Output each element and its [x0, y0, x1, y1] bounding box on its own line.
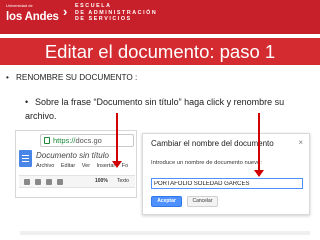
bullet-dot-icon: • [6, 73, 9, 82]
bullet-dot-icon: • [25, 97, 29, 107]
redo-icon[interactable] [46, 179, 52, 185]
docs-toolbar: 100% Texto [19, 175, 135, 188]
print-icon[interactable] [24, 179, 30, 185]
docs-icon[interactable] [19, 150, 32, 167]
pointer-arrow-icon [254, 113, 264, 177]
lock-icon [44, 137, 50, 144]
school-name: ESCUELA DE ADMINISTRACIÓN DE SERVICIOS [75, 3, 157, 23]
rename-dialog: Cambiar el nombre del documento × Introd… [142, 133, 310, 215]
bullet-main: • RENOMBRE SU DOCUMENTO : [6, 73, 137, 82]
menu-item-archivo[interactable]: Archivo [36, 163, 54, 169]
menu-item-ver[interactable]: Ver [82, 163, 90, 169]
bullet-sub: • Sobre la frase “Documento sin título” h… [25, 96, 315, 123]
chevron-right-icon: › [63, 4, 68, 19]
menu-item-editar[interactable]: Editar [61, 163, 75, 169]
menu-item-formato[interactable]: Fo [122, 163, 128, 169]
close-icon[interactable]: × [298, 138, 303, 147]
school-line-3: DE SERVICIOS [75, 16, 132, 23]
paint-format-icon[interactable] [57, 179, 63, 185]
site-header: Universidad de los Andes › ESCUELA DE AD… [0, 0, 320, 34]
address-bar[interactable]: https://docs.go [40, 134, 134, 147]
url-secure: https:// [53, 136, 76, 145]
logo-top-text: Universidad de [6, 3, 33, 8]
university-logo: Universidad de los Andes [6, 2, 62, 31]
document-name-input[interactable] [151, 178, 303, 189]
title-bar: Editar el documento: paso 1 [0, 38, 320, 65]
url-text: https://docs.go [53, 136, 102, 145]
bullet-sub-text: Sobre la frase “Documento sin título” ha… [25, 97, 285, 121]
undo-icon[interactable] [35, 179, 41, 185]
school-line-2: DE ADMINISTRACIÓN [75, 9, 158, 16]
style-select[interactable]: Texto [117, 178, 129, 184]
bullet-main-text: RENOMBRE SU DOCUMENTO : [16, 73, 138, 82]
dialog-title: Cambiar el nombre del documento [151, 139, 274, 148]
zoom-select[interactable]: 100% [95, 178, 108, 184]
accept-button[interactable]: Aceptar [151, 196, 182, 207]
logo-main-text: los Andes [6, 11, 59, 23]
slide-title: Editar el documento: paso 1 [44, 41, 276, 62]
document-title[interactable]: Documento sin título [36, 151, 109, 160]
school-line-1: ESCUELA [75, 3, 112, 9]
dialog-prompt: Introduce un nombre de documento nuevo: [151, 160, 262, 166]
pointer-arrow-icon [112, 113, 122, 168]
cancel-button[interactable]: Cancelar [187, 196, 218, 207]
url-rest: docs.go [75, 136, 102, 145]
footer-divider [20, 231, 310, 235]
